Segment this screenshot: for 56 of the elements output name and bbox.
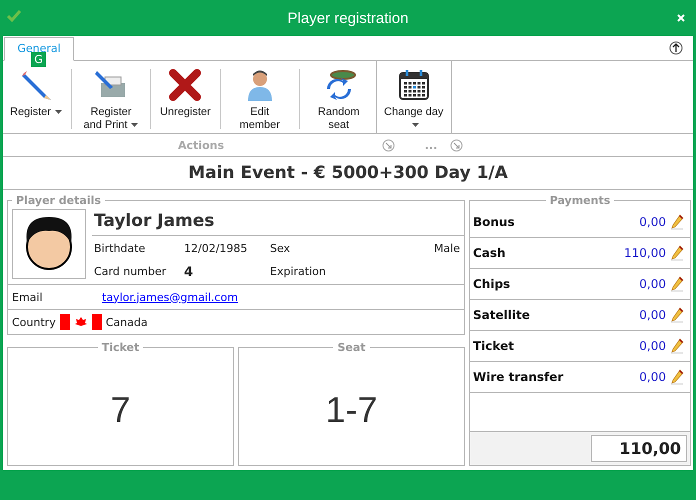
flag-icon bbox=[60, 314, 102, 330]
field-value: Male bbox=[432, 242, 460, 255]
ribbon-button[interactable]: Register and Print bbox=[76, 65, 146, 129]
cross-icon bbox=[167, 67, 204, 103]
payment-amount: 0,00 bbox=[639, 308, 666, 322]
email-link[interactable]: taylor.james@gmail.com bbox=[102, 290, 238, 304]
ribbon-button[interactable]: Random seat bbox=[304, 65, 374, 129]
payment-label: Satellite bbox=[473, 308, 531, 322]
panel-title: Ticket bbox=[100, 341, 140, 354]
field-value: 12/02/1985 bbox=[184, 242, 248, 255]
payment-label: Chips bbox=[473, 277, 512, 291]
field-value: Canada bbox=[106, 316, 148, 328]
avatar-icon bbox=[12, 209, 86, 279]
payment-amount: 0,00 bbox=[639, 277, 666, 291]
field-label: Sex bbox=[270, 242, 292, 255]
field-label: Birthdate bbox=[94, 242, 146, 255]
ribbon-button[interactable]: Edit member bbox=[224, 65, 295, 129]
panel-title: Payments bbox=[548, 194, 612, 207]
checkmark-icon bbox=[7, 10, 21, 22]
pencil-icon[interactable] bbox=[670, 369, 684, 385]
payment-amount: 110,00 bbox=[624, 246, 666, 260]
window-title: Player registration bbox=[288, 10, 408, 26]
payment-amount: 0,00 bbox=[639, 370, 666, 384]
ribbon-button[interactable]: Register bbox=[5, 65, 67, 129]
payment-label: Cash bbox=[473, 246, 507, 260]
pencil-icon[interactable] bbox=[670, 338, 684, 354]
payment-label: Bonus bbox=[473, 215, 516, 229]
field-value: 4 bbox=[184, 265, 194, 280]
pencil-icon[interactable] bbox=[670, 245, 684, 261]
field-label: Email bbox=[12, 290, 44, 304]
dialog-launcher-icon[interactable] bbox=[382, 138, 395, 152]
panel-title: Seat bbox=[336, 341, 367, 354]
collapse-ribbon-icon[interactable] bbox=[669, 41, 683, 55]
dialog-launcher-icon[interactable] bbox=[450, 138, 463, 152]
pencil-icon[interactable] bbox=[670, 214, 684, 230]
pencil-icon[interactable] bbox=[670, 276, 684, 292]
ribbon-button[interactable]: Unregister bbox=[154, 65, 216, 129]
group-label: Actions bbox=[178, 138, 224, 152]
payment-label: Wire transfer bbox=[473, 370, 564, 384]
panel-value: 7 bbox=[110, 388, 131, 430]
ribbon-button[interactable]: Change day bbox=[378, 65, 449, 129]
payment-amount: 0,00 bbox=[639, 339, 666, 353]
field-label: Expiration bbox=[270, 265, 327, 280]
field-label: Card number bbox=[94, 265, 168, 280]
group-label: ... bbox=[424, 138, 438, 152]
close-button[interactable] bbox=[675, 12, 687, 24]
key-tip-badge: G bbox=[31, 52, 46, 67]
pencil-icon[interactable] bbox=[670, 307, 684, 323]
total-amount: 110,00 bbox=[591, 435, 687, 462]
event-title: Main Event - € 5000+300 Day 1/A bbox=[3, 157, 693, 190]
field-label: Country bbox=[12, 316, 56, 328]
payment-label: Ticket bbox=[473, 339, 515, 353]
panel-title: Player details bbox=[15, 194, 102, 207]
payment-amount: 0,00 bbox=[639, 215, 666, 229]
panel-value: 1-7 bbox=[325, 388, 378, 430]
player-name: Taylor James bbox=[92, 209, 464, 236]
